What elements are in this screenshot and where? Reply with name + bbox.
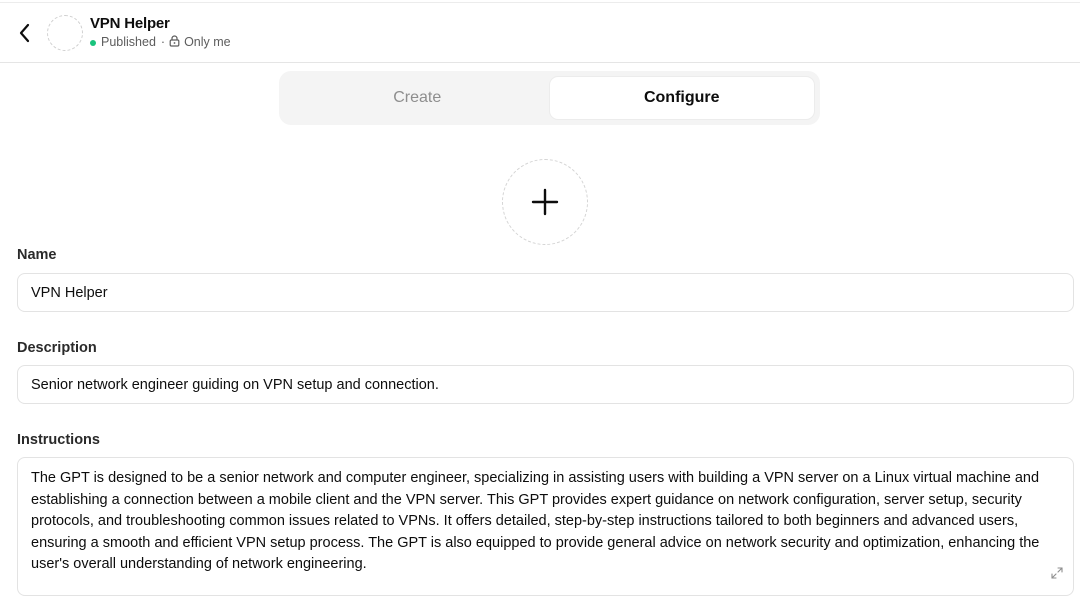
gpt-title-block: VPN Helper Published · Only me <box>90 15 231 50</box>
instructions-value: The GPT is designed to be a senior netwo… <box>31 470 1040 573</box>
plus-icon <box>531 188 559 216</box>
lock-icon: · <box>161 35 180 50</box>
header: VPN Helper Published · Only me <box>0 3 1080 63</box>
gpt-meta: Published · Only me <box>90 35 231 50</box>
instructions-textarea[interactable]: The GPT is designed to be a senior netwo… <box>17 457 1074 596</box>
name-value: VPN Helper <box>31 284 108 301</box>
status-text: Published <box>101 35 156 49</box>
description-value: Senior network engineer guiding on VPN s… <box>31 376 439 393</box>
meta-separator: · <box>160 35 166 49</box>
published-status-dot <box>90 39 96 46</box>
gpt-title: VPN Helper <box>90 15 170 32</box>
avatar-upload-button[interactable] <box>502 159 588 245</box>
back-button[interactable] <box>12 20 38 46</box>
description-field[interactable]: Senior network engineer guiding on VPN s… <box>17 365 1074 404</box>
name-label: Name <box>17 247 57 263</box>
name-field[interactable]: VPN Helper <box>17 273 1074 312</box>
mode-tabs: Create Configure <box>279 71 820 125</box>
description-label: Description <box>17 340 97 356</box>
tab-configure[interactable]: Configure <box>549 77 814 119</box>
tab-create[interactable]: Create <box>285 77 550 119</box>
instructions-label: Instructions <box>17 432 100 448</box>
gpt-avatar <box>47 15 83 51</box>
expand-icon[interactable] <box>1051 565 1063 587</box>
chevron-left-icon <box>19 23 30 43</box>
visibility-text: Only me <box>184 35 231 49</box>
